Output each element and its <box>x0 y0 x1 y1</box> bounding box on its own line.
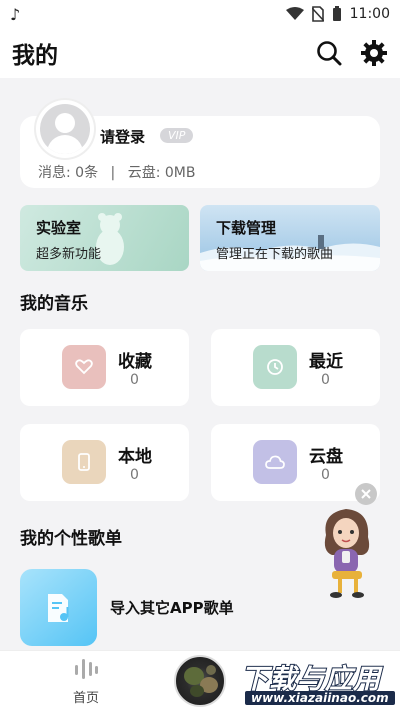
app-header: 我的 <box>0 28 400 78</box>
heart-icon <box>75 359 93 375</box>
tile-icon-box <box>253 440 297 484</box>
import-playlist-label[interactable]: 导入其它APP歌单 <box>110 597 234 618</box>
tile-label: 云盘 <box>309 447 343 467</box>
account-stats: 消息: 0条 | 云盘: 0MB <box>38 162 195 182</box>
close-icon[interactable] <box>355 483 377 505</box>
tab-home[interactable]: 首页 <box>66 657 106 706</box>
vip-badge: VIP <box>160 128 194 143</box>
cloud-icon <box>265 455 285 469</box>
tile-label: 收藏 <box>118 352 152 372</box>
gear-icon[interactable] <box>360 39 388 67</box>
watermark-url: www.xiazaiinao.com <box>245 691 395 705</box>
tile-label: 本地 <box>118 447 152 467</box>
banner-title: 下载管理 <box>216 219 277 237</box>
search-icon[interactable] <box>316 40 342 66</box>
status-icons: 11:00 <box>285 6 390 22</box>
wifi-icon <box>285 7 304 20</box>
login-card[interactable]: 请登录 VIP 消息: 0条 | 云盘: 0MB <box>20 100 380 188</box>
login-prompt[interactable]: 请登录 <box>100 126 145 147</box>
battery-icon <box>332 6 341 21</box>
import-playlist-button[interactable] <box>20 569 97 646</box>
status-bar: ♪ 11:00 <box>0 0 400 28</box>
avatar[interactable] <box>36 100 94 158</box>
no-sim-icon <box>311 6 324 22</box>
tile-favorites[interactable]: 收藏 0 <box>20 329 189 406</box>
music-note-icon: ♪ <box>10 4 21 24</box>
tile-count: 0 <box>321 372 330 388</box>
phone-icon <box>78 453 90 471</box>
tile-local[interactable]: 本地 0 <box>20 424 189 501</box>
tile-label: 最近 <box>309 352 343 372</box>
clock-time: 11:00 <box>349 6 390 22</box>
music-file-icon <box>47 593 68 622</box>
lab-banner[interactable]: 实验室 超多新功能 <box>20 205 189 271</box>
tile-recent[interactable]: 最近 0 <box>211 329 380 406</box>
tab-home-label: 首页 <box>72 691 99 706</box>
banner-title: 实验室 <box>36 219 82 237</box>
tile-icon-box <box>62 345 106 389</box>
tile-count: 0 <box>130 372 139 388</box>
playlists-title: 我的个性歌单 <box>20 529 122 549</box>
mascot-character[interactable] <box>318 505 376 601</box>
my-music-title: 我的音乐 <box>20 294 88 314</box>
clock-icon <box>267 359 283 375</box>
now-playing-button[interactable] <box>174 655 226 707</box>
message-count: 消息: 0条 <box>38 165 99 181</box>
tile-icon-box <box>253 345 297 389</box>
download-banner[interactable]: 下载管理 管理正在下载的歌曲 <box>200 205 380 271</box>
banner-subtitle: 管理正在下载的歌曲 <box>216 247 334 262</box>
watermark: 下载与应用 www.xiazaiinao.com <box>237 655 396 710</box>
page-title: 我的 <box>12 43 58 69</box>
tile-icon-box <box>62 440 106 484</box>
audio-bars-icon <box>75 659 98 679</box>
banner-subtitle: 超多新功能 <box>36 247 102 262</box>
tile-count: 0 <box>321 467 330 483</box>
stats-separator: | <box>110 165 116 181</box>
default-avatar-icon <box>40 104 90 154</box>
cloud-usage: 云盘: 0MB <box>127 165 196 181</box>
tile-count: 0 <box>130 467 139 483</box>
